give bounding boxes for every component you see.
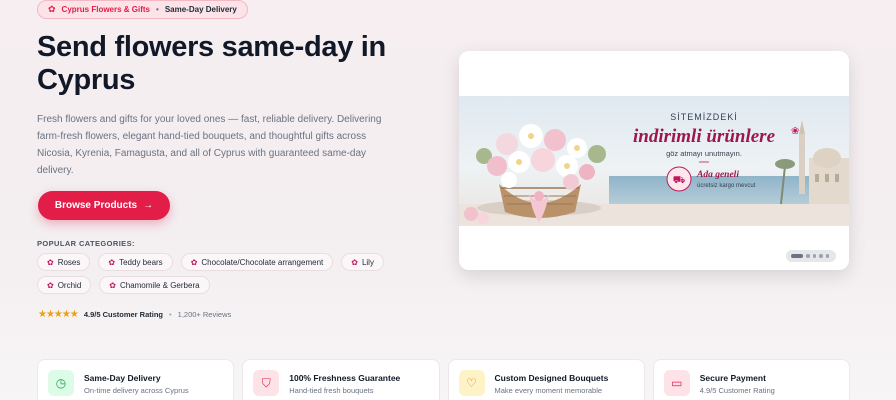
truck-icon: ⛟ [673,175,686,186]
feature-secure-payment: ▭ Secure Payment 4.9/5 Customer Rating [652,359,850,400]
flower-icon: ✿ [47,257,54,267]
flower-icon: ✿ [48,4,56,14]
category-chip-lily[interactable]: ✿ Lily [341,253,384,271]
feature-custom-bouquets: ♡ Custom Designed Bouquets Make every mom… [447,359,645,400]
category-chip-label: Chamomile & Gerbera [119,280,200,290]
browse-products-label: Browse Products [54,200,138,211]
category-chips: ✿ Roses ✿ Teddy bears ✿ Chocolate/Chocolate… [37,253,427,294]
breadcrumb-current: Same-Day Delivery [164,5,237,14]
category-chip-label: Chocolate/Chocolate arrangement [201,257,324,267]
breadcrumb-brand[interactable]: Cyprus Flowers & Gifts [62,5,150,14]
category-chip-label: Teddy bears [119,257,163,267]
browse-products-button[interactable]: Browse Products → [38,191,170,220]
feature-subtitle: Hand-tied fresh bouquets [289,386,374,395]
category-chip-teddy-bears[interactable]: ✿ Teddy bears [98,253,173,271]
card-icon: ▭ [663,370,690,396]
banner-line3: göz atmayı unutmayın. [666,149,742,158]
hero-description: Fresh flowers and gifts for your loved o… [37,114,382,176]
banner-line2: indirimli ürünlere [633,126,776,147]
feature-cards: ◷ Same-Day Delivery On-time delivery acro… [37,359,850,400]
feature-title: Same-Day Delivery [84,373,161,383]
star-rating-icon: ★★★★★ [38,309,79,320]
hero-carousel: SİTEMİZDEKİ indirimli ürünlere ❀ göz atm… [459,51,849,270]
feature-subtitle: Make every moment memorable [494,386,603,395]
heart-icon: ♡ [458,370,485,396]
category-chip-chocolate[interactable]: ✿ Chocolate/Chocolate arrangement [180,253,334,271]
flower-icon: ✿ [47,280,54,290]
flower-icon: ✿ [108,257,116,267]
category-chip-label: Orchid [57,280,82,290]
clock-icon: ◷ [48,370,74,396]
banner-badge-title: Ada geneli [696,170,739,180]
rating-separator: • [169,310,172,319]
feature-subtitle: On-time delivery across Cyprus [84,386,189,395]
carousel-dot[interactable] [825,254,829,258]
category-chip-chamomile[interactable]: ✿ Chamomile & Gerbera [99,276,210,294]
carousel-dots [786,250,836,262]
carousel-dot[interactable] [791,254,803,258]
category-chip-label: Roses [57,257,81,267]
page-title: Send flowers same-day in Cyprus [37,31,386,96]
feature-title: Secure Payment [699,373,766,383]
category-chip-label: Lily [361,257,374,267]
breadcrumb-pill: ✿ Cyprus Flowers & Gifts • Same-Day Deli… [37,0,248,19]
carousel-dot[interactable] [806,254,810,258]
shield-icon: ⛉ [253,370,280,396]
carousel-dot[interactable] [812,254,816,258]
customer-rating: ★★★★★ 4.9/5 Customer Rating • 1,200+ Rev… [38,309,231,320]
breadcrumb-separator: • [156,5,159,14]
flower-icon: ✿ [109,280,116,290]
arrow-right-icon: → [143,200,154,211]
feature-same-day-delivery: ◷ Same-Day Delivery On-time delivery acro… [37,359,235,400]
flower-icon: ✿ [351,257,358,267]
carousel-dot[interactable] [819,254,823,258]
banner-line1: SİTEMİZDEKİ [670,112,738,122]
banner-badge-sub: ücretsiz kargo mevcut [697,183,756,189]
feature-subtitle: 4.9/5 Customer Rating [699,386,775,395]
feature-title: 100% Freshness Guarantee [289,373,401,383]
promo-banner[interactable]: SİTEMİZDEKİ indirimli ürünlere ❀ göz atm… [459,96,849,226]
review-count[interactable]: 1,200+ Reviews [178,310,232,319]
flower-icon: ✿ [190,257,198,267]
feature-title: Custom Designed Bouquets [494,373,609,383]
category-chip-orchid[interactable]: ✿ Orchid [37,276,92,294]
category-chip-roses[interactable]: ✿ Roses [37,253,91,271]
feature-freshness-guarantee: ⛉ 100% Freshness Guarantee Hand-tied fres… [242,359,440,400]
flower-icon: ❀ [791,126,799,137]
categories-label: POPULAR CATEGORIES: [37,239,135,248]
rating-text: 4.9/5 Customer Rating [83,310,164,319]
